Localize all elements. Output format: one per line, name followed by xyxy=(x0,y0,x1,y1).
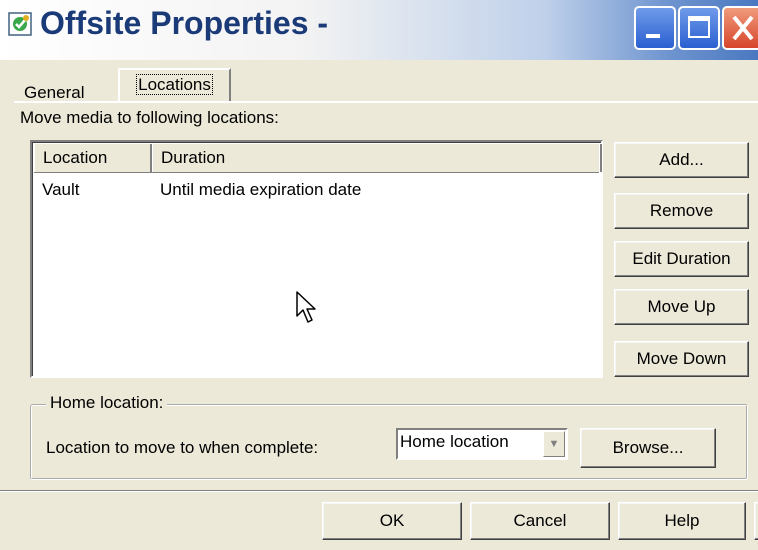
cancel-button[interactable]: Cancel xyxy=(470,502,610,540)
home-location-combo-value: Home location xyxy=(400,432,509,451)
locations-caption: Move media to following locations: xyxy=(20,108,279,127)
close-icon xyxy=(732,15,754,41)
table-header: Location Duration xyxy=(34,144,602,173)
home-location-label: Location to move to when complete: xyxy=(46,438,319,457)
footer-separator xyxy=(0,490,758,492)
mouse-pointer-icon xyxy=(296,291,316,323)
edit-duration-button[interactable]: Edit Duration xyxy=(614,241,749,277)
tab-locations[interactable]: Locations xyxy=(118,68,231,102)
column-header-duration[interactable]: Duration xyxy=(152,144,602,172)
maximize-icon xyxy=(688,16,710,38)
remove-button[interactable]: Remove xyxy=(614,193,749,229)
close-button[interactable] xyxy=(722,6,758,50)
window-title: Offsite Properties - xyxy=(40,5,329,41)
add-button[interactable]: Add... xyxy=(614,142,749,178)
help-button[interactable]: Help xyxy=(618,502,746,540)
home-location-group-title: Home location: xyxy=(46,393,168,413)
offsite-app-icon xyxy=(8,12,32,36)
whats-this-button[interactable]: ? xyxy=(754,502,758,540)
tab-divider xyxy=(14,101,758,103)
offsite-properties-dialog: Offsite Properties - General Locations M… xyxy=(0,0,758,550)
column-header-location[interactable]: Location xyxy=(34,144,152,172)
browse-button[interactable]: Browse... xyxy=(580,428,716,468)
minimize-button[interactable] xyxy=(634,6,676,50)
tab-locations-label: Locations xyxy=(136,74,213,95)
ok-button[interactable]: OK xyxy=(322,502,462,540)
move-up-button[interactable]: Move Up xyxy=(614,289,749,325)
move-down-button[interactable]: Move Down xyxy=(614,341,749,377)
minimize-icon xyxy=(646,34,660,38)
chevron-down-icon[interactable]: ▼ xyxy=(543,431,565,457)
maximize-button[interactable] xyxy=(678,6,720,50)
home-location-combo[interactable]: Home location ▼ xyxy=(396,428,568,460)
cell-duration: Until media expiration date xyxy=(160,180,362,199)
title-bar[interactable]: Offsite Properties - xyxy=(0,0,758,60)
locations-table[interactable]: Location Duration Vault Until media expi… xyxy=(30,140,603,378)
cell-location: Vault xyxy=(42,180,80,199)
